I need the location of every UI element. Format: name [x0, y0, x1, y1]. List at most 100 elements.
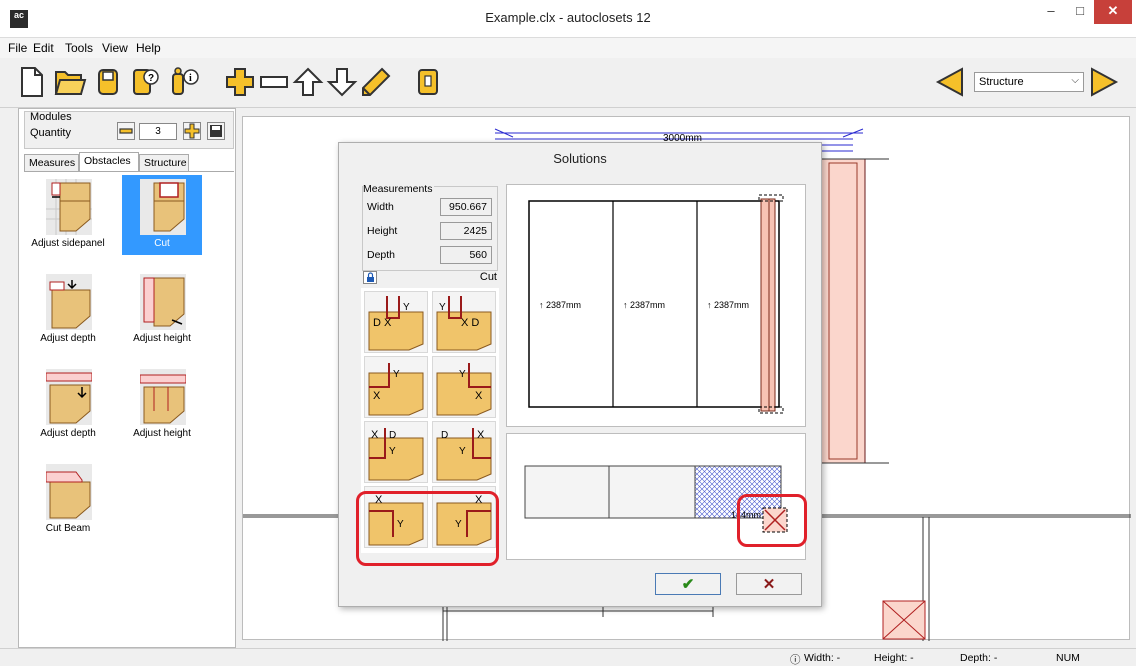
- plus-icon: [184, 123, 200, 139]
- obstacle-label: Cut: [154, 238, 170, 249]
- quantity-increment-button[interactable]: [183, 122, 201, 140]
- measurements-legend: Measurements: [363, 183, 435, 195]
- quantity-label: Quantity: [30, 127, 71, 139]
- open-button[interactable]: [52, 63, 88, 101]
- menu-tools[interactable]: Tools: [65, 41, 93, 55]
- new-file-button[interactable]: [14, 63, 50, 101]
- svg-text:X D: X D: [461, 317, 479, 329]
- adjust-sidepanel-icon: [46, 179, 92, 235]
- title-bar: ac Example.clx - autoclosets 12 – □ ✕: [0, 0, 1136, 38]
- highlight-obstacle-marker: [737, 494, 807, 547]
- save-button[interactable]: [90, 63, 126, 101]
- svg-text:D X: D X: [373, 317, 392, 329]
- width-value: 950.667: [440, 198, 492, 216]
- help-button[interactable]: ?: [128, 63, 164, 101]
- info-button[interactable]: i: [166, 63, 202, 101]
- status-bar: ⓘ Width: - Height: - Depth: - NUM: [0, 648, 1136, 666]
- floppy-icon: [210, 125, 222, 137]
- info-icon: i: [172, 67, 199, 95]
- highlight-solution-options: [356, 491, 499, 566]
- tab-measures[interactable]: Measures: [24, 154, 79, 172]
- dialog-title: Solutions: [553, 151, 607, 166]
- solution-dx-icon: D X Y: [368, 296, 424, 351]
- status-num: NUM: [1056, 652, 1080, 664]
- svg-text:Y: Y: [439, 302, 446, 313]
- svg-text:D: D: [441, 430, 448, 441]
- obstacle-label: Adjust height: [133, 428, 191, 439]
- cut-header: Cut: [361, 269, 499, 287]
- ok-button[interactable]: ✔: [655, 573, 721, 595]
- remove-icon: [260, 76, 288, 88]
- obstacle-cut-beam[interactable]: Cut Beam: [28, 460, 108, 540]
- obstacle-label: Adjust depth: [40, 333, 96, 344]
- solution-option[interactable]: XY: [364, 356, 428, 418]
- solution-x-corner-icon: XY: [368, 363, 424, 416]
- save-icon: [98, 69, 118, 95]
- tab-structure[interactable]: Structure: [139, 154, 189, 172]
- solution-option[interactable]: XY: [432, 356, 496, 418]
- cut-beam-icon: [46, 464, 92, 520]
- menu-help[interactable]: Help: [136, 41, 161, 55]
- modules-legend: Modules: [30, 111, 72, 123]
- next-view-button[interactable]: [1086, 63, 1122, 101]
- minimize-button[interactable]: –: [1037, 0, 1065, 24]
- quantity-decrement-button[interactable]: [117, 122, 135, 140]
- remove-button[interactable]: [256, 63, 292, 101]
- status-width: Width: -: [804, 652, 841, 664]
- cut-icon: [140, 179, 186, 235]
- solution-xd-icon: X D Y: [436, 296, 492, 351]
- cancel-button[interactable]: ✕: [736, 573, 802, 595]
- open-folder-icon: [54, 71, 87, 95]
- tab-obstacles[interactable]: Obstacles: [79, 152, 139, 172]
- move-down-button[interactable]: [324, 63, 360, 101]
- svg-text:Y: Y: [459, 446, 466, 457]
- obstacle-adjust-height[interactable]: Adjust height: [122, 270, 202, 350]
- menu-bar: File Edit Tools View Help: [0, 38, 1136, 58]
- view-select[interactable]: Structure ⌵: [974, 72, 1084, 92]
- edit-button[interactable]: [358, 63, 394, 101]
- height-label: Height: [367, 225, 398, 237]
- door-button[interactable]: [410, 63, 446, 101]
- solution-x-corner-right-icon: XY: [436, 363, 492, 416]
- solution-option[interactable]: X D Y: [432, 291, 496, 353]
- svg-text:i: i: [189, 73, 192, 84]
- svg-text:Y: Y: [459, 369, 466, 380]
- previous-view-button[interactable]: [932, 63, 968, 101]
- obstacle-adjust-depth[interactable]: Adjust depth: [28, 270, 108, 350]
- svg-text:X: X: [477, 429, 485, 441]
- menu-view[interactable]: View: [102, 41, 128, 55]
- obstacle-label: Adjust height: [133, 333, 191, 344]
- solution-option[interactable]: D X Y: [364, 291, 428, 353]
- module-height-label: ↑ 2387mm: [707, 300, 749, 310]
- door-icon: [418, 69, 438, 95]
- new-file-icon: [21, 67, 43, 97]
- status-height: Height: -: [874, 652, 914, 664]
- cut-label: Cut: [479, 271, 497, 283]
- obstacle-label: Adjust depth: [40, 428, 96, 439]
- info-status-icon: ⓘ: [790, 654, 801, 666]
- obstacle-cut[interactable]: Cut: [122, 175, 202, 255]
- obstacle-adjust-depth-2[interactable]: Adjust depth: [28, 365, 108, 445]
- quantity-field[interactable]: 3: [139, 123, 177, 140]
- pencil-icon: [362, 67, 391, 96]
- module-height-label: ↑ 2387mm: [539, 300, 581, 310]
- height-value: 2425: [440, 222, 492, 240]
- arrow-down-icon: [326, 68, 358, 97]
- menu-file[interactable]: File: [8, 41, 27, 55]
- adjust-depth-icon: [46, 274, 92, 330]
- svg-text:X: X: [475, 390, 483, 402]
- solution-option[interactable]: D XY: [432, 421, 496, 483]
- add-button[interactable]: [222, 63, 258, 101]
- menu-edit[interactable]: Edit: [33, 41, 54, 55]
- width-label: Width: [367, 201, 394, 213]
- move-up-button[interactable]: [290, 63, 326, 101]
- maximize-button[interactable]: □: [1066, 0, 1094, 24]
- minus-icon: [119, 128, 133, 134]
- quantity-save-button[interactable]: [207, 122, 225, 140]
- close-button[interactable]: ✕: [1094, 0, 1132, 24]
- module-height-label: ↑ 2387mm: [623, 300, 665, 310]
- lock-icon[interactable]: [363, 271, 377, 284]
- obstacle-adjust-sidepanel[interactable]: Adjust sidepanel: [28, 175, 108, 255]
- obstacle-adjust-height-2[interactable]: Adjust height: [122, 365, 202, 445]
- solution-option[interactable]: XDY: [364, 421, 428, 483]
